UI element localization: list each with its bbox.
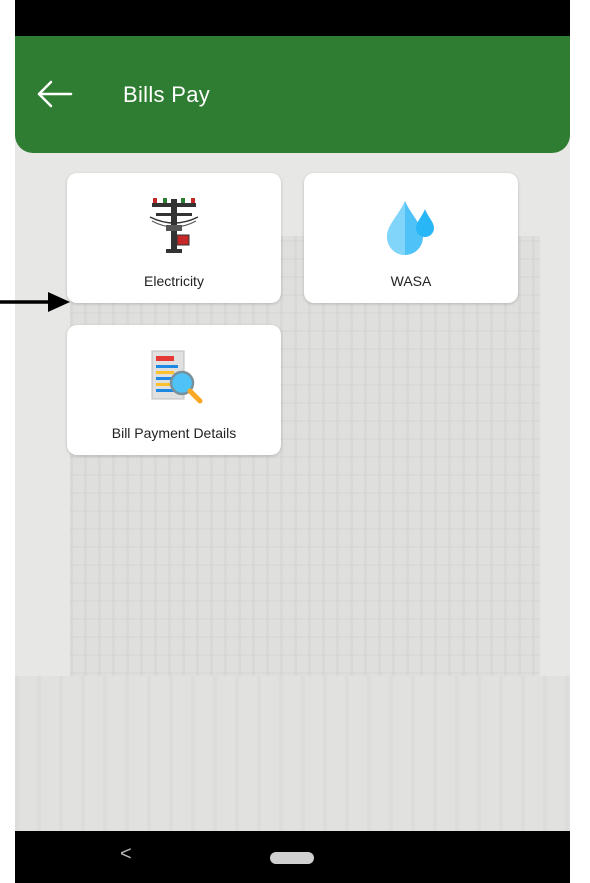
electric-pole-icon [149, 198, 199, 253]
page-title: Bills Pay [123, 82, 211, 107]
electricity-label: Electricity [144, 273, 204, 289]
nav-home-button[interactable] [270, 852, 314, 864]
nav-back-button[interactable]: < [120, 843, 132, 866]
status-bar [15, 0, 570, 36]
electricity-card[interactable]: Electricity [67, 173, 281, 303]
bill-payment-details-label: Bill Payment Details [111, 425, 237, 441]
bill-payment-details-card[interactable]: Bill Payment Details [67, 325, 281, 455]
wasa-card[interactable]: WASA [304, 173, 518, 303]
app-bar: Bills Pay [15, 36, 570, 153]
arrow-left-icon [37, 80, 73, 108]
navigation-bar: < [15, 831, 570, 883]
wasa-label: WASA [390, 273, 432, 289]
bill-search-icon [151, 350, 203, 404]
phone-frame: Bills Pay Electricity WASA Bill Payment … [15, 0, 570, 883]
pointer-arrow-icon [0, 292, 70, 312]
water-drop-icon [387, 201, 434, 255]
back-button[interactable] [33, 74, 77, 114]
